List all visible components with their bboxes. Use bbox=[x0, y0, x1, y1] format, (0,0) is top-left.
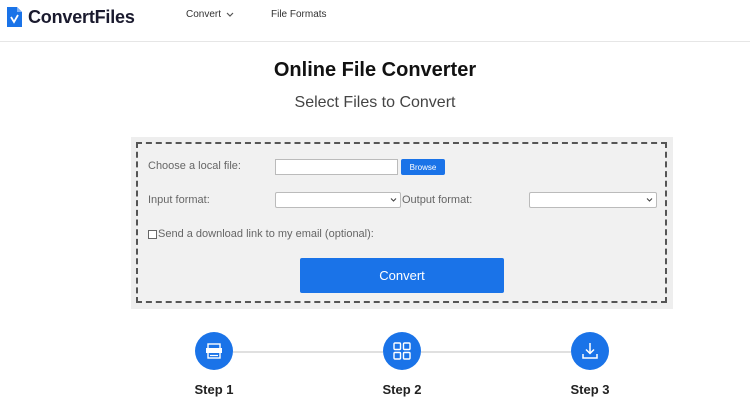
email-option-label: Send a download link to my email (option… bbox=[158, 228, 374, 240]
grid-icon bbox=[393, 342, 411, 360]
chevron-down-icon bbox=[390, 198, 397, 202]
input-format-label: Input format: bbox=[148, 194, 210, 206]
chevron-down-icon bbox=[226, 12, 234, 17]
top-navbar: ConvertFiles Convert File Formats bbox=[0, 0, 750, 42]
step-2-label: Step 2 bbox=[382, 382, 422, 397]
step-2-circle bbox=[383, 332, 421, 370]
browse-button[interactable]: Browse bbox=[401, 159, 445, 175]
output-format-label: Output format: bbox=[402, 194, 473, 206]
file-icon bbox=[206, 343, 222, 359]
chevron-down-icon bbox=[646, 198, 653, 202]
download-icon bbox=[582, 343, 598, 359]
step-1-label: Step 1 bbox=[194, 382, 234, 397]
nav-file-formats-link[interactable]: File Formats bbox=[271, 9, 327, 20]
logo[interactable]: ConvertFiles bbox=[6, 6, 135, 28]
page-title: Online File Converter bbox=[273, 59, 477, 81]
step-3-label: Step 3 bbox=[570, 382, 610, 397]
nav-convert-menu[interactable]: Convert bbox=[186, 9, 234, 20]
output-format-select[interactable] bbox=[529, 192, 657, 208]
choose-file-label: Choose a local file: bbox=[148, 160, 241, 172]
logo-file-icon bbox=[7, 7, 22, 27]
nav-convert-label: Convert bbox=[186, 9, 222, 20]
step-3-circle bbox=[571, 332, 609, 370]
logo-text: ConvertFiles bbox=[28, 6, 135, 27]
step-1-circle bbox=[195, 332, 233, 370]
input-format-select[interactable] bbox=[275, 192, 401, 208]
email-option-checkbox[interactable] bbox=[148, 230, 157, 239]
convert-button[interactable]: Convert bbox=[300, 258, 504, 293]
page-subtitle: Select Files to Convert bbox=[294, 94, 456, 111]
file-path-field[interactable] bbox=[275, 159, 398, 175]
step-connector bbox=[233, 351, 383, 353]
step-connector bbox=[421, 351, 571, 353]
